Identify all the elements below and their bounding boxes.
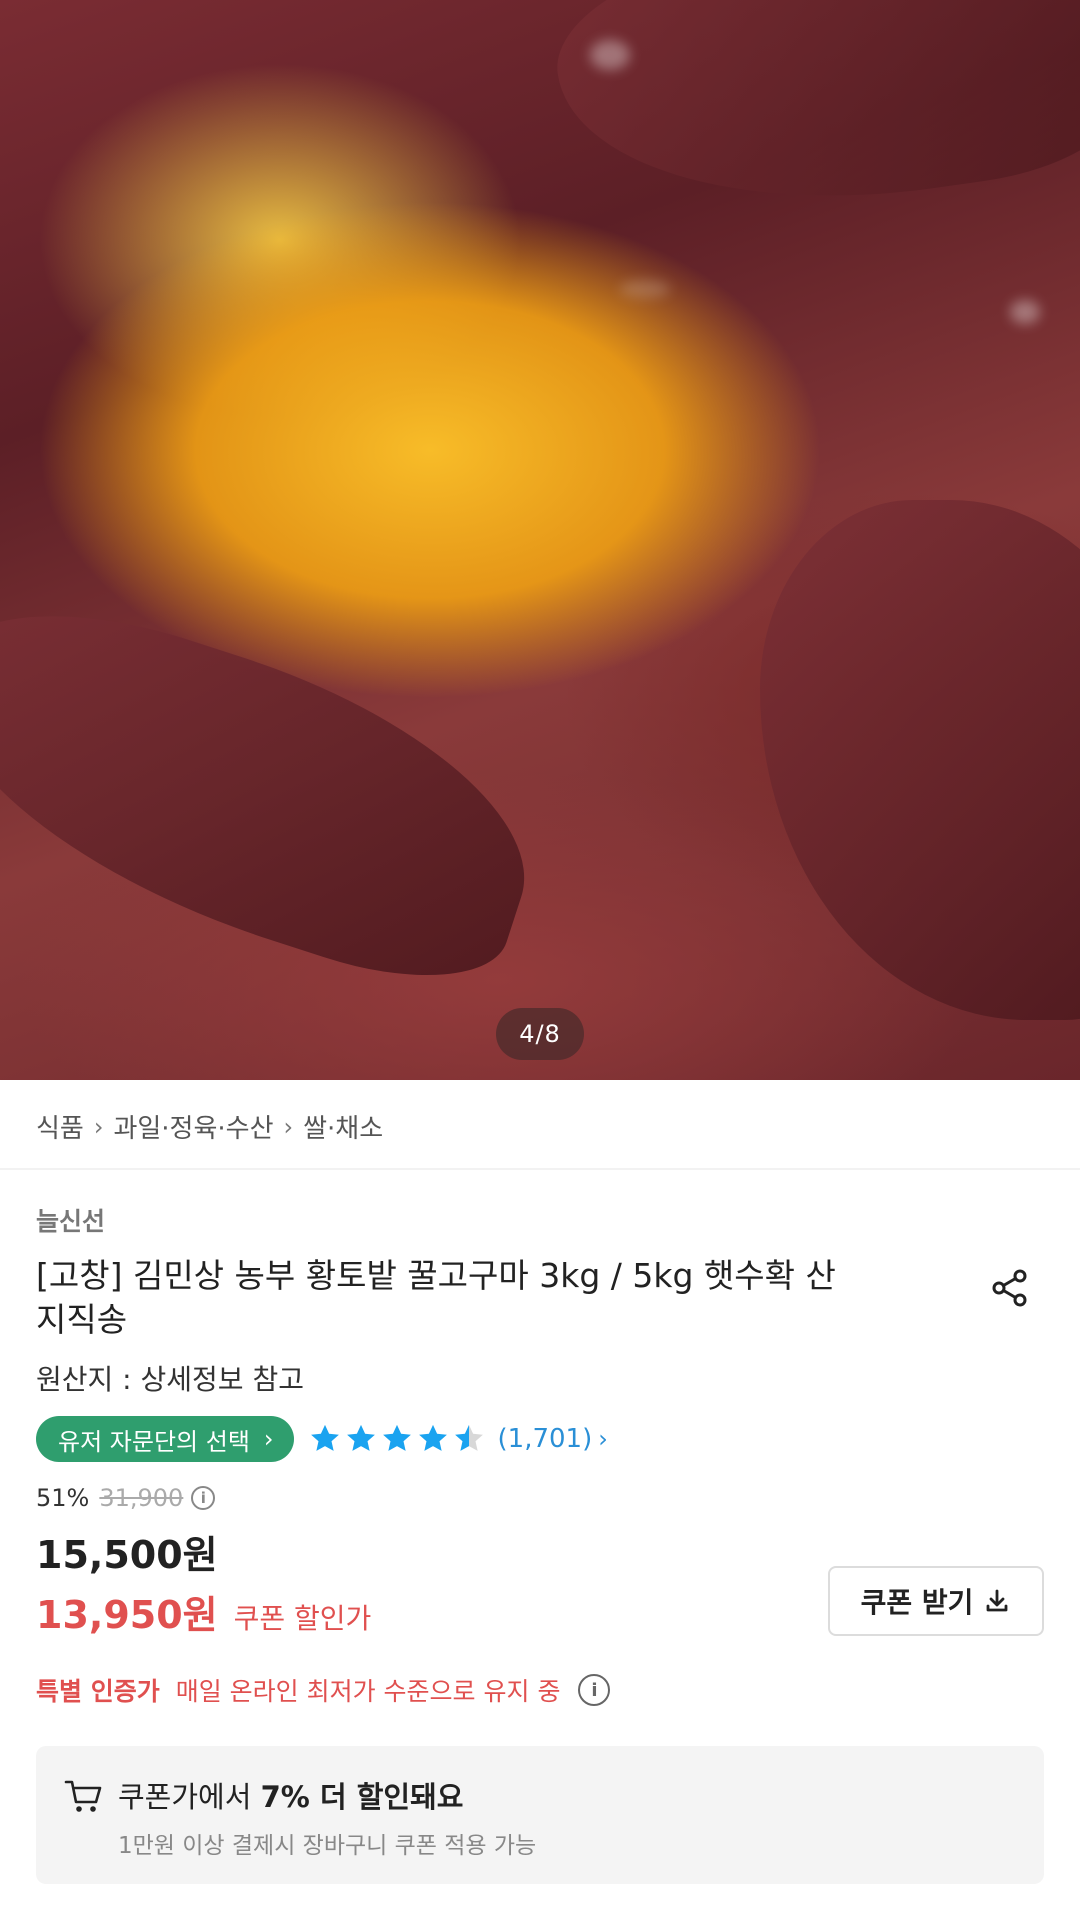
star-full-icon <box>382 1424 411 1451</box>
special-price-label: 특별 인증가 <box>36 1677 160 1706</box>
get-coupon-button[interactable]: 쿠폰 받기 <box>828 1566 1044 1636</box>
breadcrumb-item-food[interactable]: 식품 <box>36 1108 84 1145</box>
original-price: 31,900 <box>99 1484 184 1512</box>
rating-stars[interactable] <box>308 1422 488 1456</box>
chevron-right-icon: › <box>598 1425 608 1453</box>
star-full-icon <box>346 1424 375 1451</box>
info-icon[interactable]: i <box>578 1674 611 1706</box>
cart-coupon-prefix: 쿠폰가에서 <box>118 1780 261 1814</box>
cart-coupon-subtext: 1만원 이상 결제시 장바구니 쿠폰 적용 가능 <box>118 1833 537 1859</box>
get-coupon-label: 쿠폰 받기 <box>860 1586 974 1619</box>
breadcrumb: 식품 › 과일·정육·수산 › 쌀·채소 <box>36 1108 383 1145</box>
image-counter: 4/8 <box>496 1008 584 1060</box>
cart-coupon-highlight: 7% 더 할인돼요 <box>260 1780 464 1814</box>
star-half-icon <box>454 1424 483 1451</box>
info-icon[interactable]: i <box>191 1486 216 1510</box>
chevron-right-icon: › <box>283 1112 294 1141</box>
divider <box>0 1168 1080 1170</box>
coupon-price-label: 쿠폰 할인가 <box>233 1602 372 1635</box>
coupon-price-row: 13,950원 쿠폰 할인가 <box>36 1584 371 1639</box>
star-full-icon <box>310 1424 339 1451</box>
breadcrumb-item-rice-vegetables[interactable]: 쌀·채소 <box>303 1108 383 1145</box>
discount-row: 51% 31,900 i <box>36 1484 216 1512</box>
user-panel-choice-badge[interactable]: 유저 자문단의 선택 › <box>36 1416 294 1462</box>
chevron-right-icon: › <box>263 1425 274 1453</box>
cart-coupon-box: 쿠폰가에서 7% 더 할인돼요 1만원 이상 결제시 장바구니 쿠폰 적용 가능 <box>36 1746 1044 1884</box>
star-full-icon <box>418 1424 447 1451</box>
coupon-price: 13,950원 <box>36 1593 218 1637</box>
cart-coupon-headline: 쿠폰가에서 7% 더 할인돼요 <box>118 1774 463 1816</box>
review-count[interactable]: (1,701) <box>498 1424 593 1454</box>
chevron-right-icon: › <box>93 1112 104 1141</box>
product-image[interactable]: 4/8 <box>0 0 1080 1080</box>
cart-icon <box>64 1780 102 1812</box>
product-title: [고창] 김민상 농부 황토밭 꿀고구마 3kg / 5kg 햇수확 산지직송 <box>36 1256 836 1339</box>
sale-price: 15,500원 <box>36 1533 218 1577</box>
download-icon <box>986 1589 1008 1612</box>
badge-label: 유저 자문단의 선택 <box>58 1427 250 1456</box>
special-price-row: 특별 인증가 매일 온라인 최저가 수준으로 유지 중 i <box>36 1672 611 1708</box>
discount-rate: 51% <box>36 1484 90 1512</box>
special-price-text: 매일 온라인 최저가 수준으로 유지 중 <box>175 1677 561 1706</box>
seller-name[interactable]: 늘신선 <box>36 1202 105 1238</box>
badge-rating-row: 유저 자문단의 선택 › (1,701) › <box>36 1416 608 1462</box>
breadcrumb-item-fruit-meat-seafood[interactable]: 과일·정육·수산 <box>113 1108 273 1145</box>
origin-text: 원산지 : 상세정보 참고 <box>36 1363 304 1396</box>
share-icon[interactable] <box>988 1266 1032 1310</box>
